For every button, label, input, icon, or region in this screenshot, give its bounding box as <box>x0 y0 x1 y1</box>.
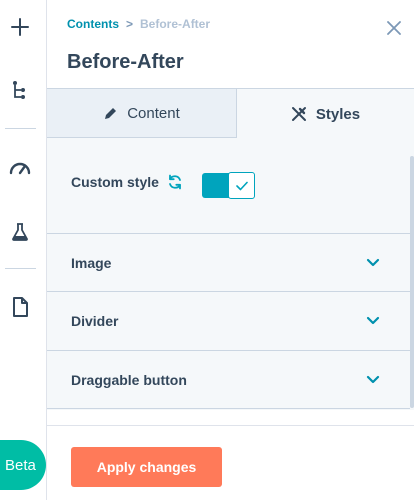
left-rail: Beta <box>0 0 47 500</box>
scrollbar[interactable] <box>410 156 414 408</box>
apply-changes-button[interactable]: Apply changes <box>71 447 222 487</box>
breadcrumb-separator: > <box>126 17 134 31</box>
beta-badge[interactable]: Beta <box>0 440 46 490</box>
flask-icon[interactable] <box>0 215 40 249</box>
custom-style-toggle[interactable] <box>202 172 255 199</box>
chevron-down-icon <box>366 258 380 268</box>
section-divider-line <box>47 408 410 409</box>
page-title: Before-After <box>67 51 184 73</box>
styles-icon <box>291 106 307 122</box>
tab-styles-label: Styles <box>315 105 361 123</box>
tab-styles[interactable]: Styles <box>237 89 414 139</box>
section-label: Divider <box>71 312 119 329</box>
toggle-knob <box>228 172 255 199</box>
refresh-icon[interactable] <box>167 174 183 190</box>
tree-structure-icon[interactable] <box>0 73 40 107</box>
section-image[interactable]: Image <box>47 233 410 291</box>
close-icon[interactable] <box>384 18 404 38</box>
breadcrumb: Contents > Before-After <box>67 17 210 31</box>
tab-content[interactable]: Content <box>47 89 237 138</box>
tab-content-label: Content <box>127 104 180 122</box>
section-label: Draggable button <box>71 371 187 388</box>
app-root: Beta Contents > Before-After Before-Afte… <box>0 0 414 500</box>
custom-style-label: Custom style <box>71 174 159 190</box>
section-label: Image <box>71 254 112 271</box>
document-icon[interactable] <box>0 290 40 324</box>
chevron-down-icon <box>366 316 380 326</box>
breadcrumb-current: Before-After <box>140 17 211 31</box>
rail-divider <box>5 128 36 129</box>
section-divider[interactable]: Divider <box>47 291 410 349</box>
chevron-down-icon <box>366 375 380 385</box>
beta-label: Beta <box>5 456 36 474</box>
editor-panel: Contents > Before-After Before-After Con… <box>47 0 414 500</box>
add-icon[interactable] <box>0 10 40 44</box>
checkmark-icon <box>235 181 248 191</box>
footer: Apply changes <box>47 425 414 500</box>
pencil-icon <box>103 106 118 121</box>
section-draggable-button[interactable]: Draggable button <box>47 350 410 408</box>
tab-bar: Content Styles <box>47 88 414 139</box>
breadcrumb-parent-link[interactable]: Contents <box>67 17 119 31</box>
custom-style-row: Custom style <box>71 174 183 190</box>
gauge-icon[interactable] <box>0 150 40 184</box>
rail-divider <box>5 268 36 269</box>
